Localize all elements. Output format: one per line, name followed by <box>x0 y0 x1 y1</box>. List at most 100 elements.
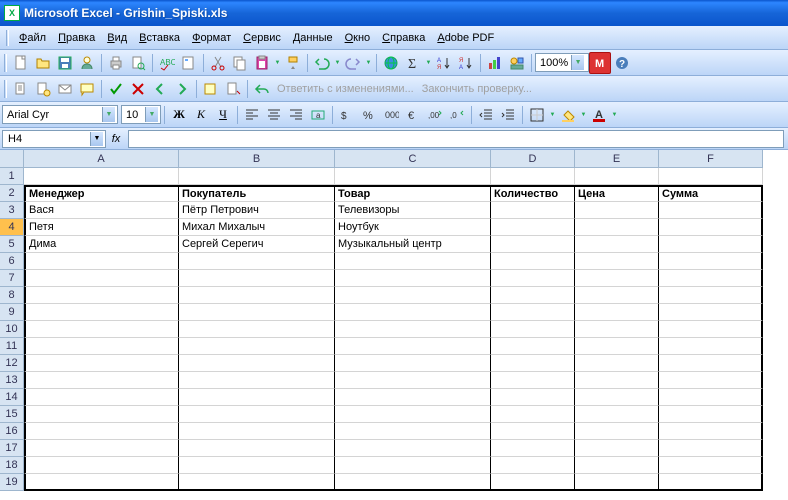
currency-icon[interactable]: $ <box>336 104 358 126</box>
cell[interactable] <box>575 270 659 287</box>
col-header-F[interactable]: F <box>659 150 763 168</box>
cell[interactable] <box>659 372 763 389</box>
cut-icon[interactable] <box>207 52 229 74</box>
borders-dd-icon[interactable]: ▼ <box>548 104 557 126</box>
cell[interactable] <box>491 338 575 355</box>
cell[interactable] <box>491 355 575 372</box>
row-header-6[interactable]: 6 <box>0 253 24 270</box>
cell[interactable] <box>335 355 491 372</box>
menu-сервис[interactable]: Сервис <box>237 30 287 46</box>
cell[interactable] <box>335 321 491 338</box>
cell[interactable] <box>659 389 763 406</box>
cell[interactable] <box>335 440 491 457</box>
cell[interactable] <box>659 270 763 287</box>
zoom-combo[interactable]: 100%▼ <box>535 53 589 72</box>
sort-desc-icon[interactable]: ЯА <box>455 52 477 74</box>
cell[interactable] <box>491 457 575 474</box>
hyperlink-icon[interactable] <box>380 52 402 74</box>
cell[interactable] <box>491 321 575 338</box>
cell[interactable] <box>491 236 575 253</box>
reply-icon[interactable] <box>251 78 273 100</box>
cell[interactable]: Телевизоры <box>335 202 491 219</box>
cell[interactable] <box>659 423 763 440</box>
cell[interactable]: Михал Михалыч <box>179 219 335 236</box>
cell[interactable] <box>575 253 659 270</box>
menu-файл[interactable]: Файл <box>13 30 52 46</box>
cell[interactable] <box>491 202 575 219</box>
row-header-4[interactable]: 4 <box>0 219 24 236</box>
cell[interactable] <box>575 457 659 474</box>
cell[interactable]: Петя <box>24 219 179 236</box>
row-header-13[interactable]: 13 <box>0 372 24 389</box>
row-header-2[interactable]: 2 <box>0 185 24 202</box>
redo-icon[interactable] <box>342 52 364 74</box>
row-header-8[interactable]: 8 <box>0 287 24 304</box>
cell[interactable] <box>575 168 659 185</box>
fill-dd-icon[interactable]: ▼ <box>579 104 588 126</box>
accept-icon[interactable] <box>105 78 127 100</box>
cell[interactable] <box>575 338 659 355</box>
row-header-10[interactable]: 10 <box>0 321 24 338</box>
euro-icon[interactable]: € <box>402 104 424 126</box>
cell[interactable] <box>575 219 659 236</box>
cell[interactable] <box>491 287 575 304</box>
cell[interactable] <box>491 474 575 491</box>
reject-icon[interactable] <box>127 78 149 100</box>
font-combo[interactable]: Arial Cyr▼ <box>2 105 118 124</box>
cell[interactable] <box>491 304 575 321</box>
cell[interactable] <box>659 355 763 372</box>
col-header-B[interactable]: B <box>179 150 335 168</box>
print-preview-icon[interactable] <box>127 52 149 74</box>
col-header-A[interactable]: A <box>24 150 179 168</box>
cell[interactable] <box>179 457 335 474</box>
row-header-19[interactable]: 19 <box>0 474 24 491</box>
cell[interactable] <box>179 440 335 457</box>
autosum-dd-icon[interactable]: ▼ <box>424 52 433 74</box>
menu-вид[interactable]: Вид <box>101 30 133 46</box>
grip[interactable] <box>6 30 9 46</box>
cell[interactable] <box>24 423 179 440</box>
bold-icon[interactable]: Ж <box>168 104 190 126</box>
redo-dd-icon[interactable]: ▼ <box>364 52 373 74</box>
cell[interactable] <box>179 355 335 372</box>
fontcolor-dd-icon[interactable]: ▼ <box>610 104 619 126</box>
grip[interactable] <box>4 54 7 72</box>
cell[interactable]: Дима <box>24 236 179 253</box>
select-all[interactable] <box>0 150 24 168</box>
formula-bar[interactable] <box>128 130 784 148</box>
note-icon[interactable] <box>200 78 222 100</box>
help-icon[interactable]: ? <box>611 52 633 74</box>
cell[interactable] <box>335 406 491 423</box>
row-header-17[interactable]: 17 <box>0 440 24 457</box>
cell[interactable] <box>575 202 659 219</box>
spelling-icon[interactable]: ABC <box>156 52 178 74</box>
cell[interactable] <box>179 372 335 389</box>
cell[interactable]: Покупатель <box>179 185 335 202</box>
cell[interactable] <box>335 270 491 287</box>
cell[interactable] <box>24 372 179 389</box>
cell[interactable] <box>179 474 335 491</box>
send-icon[interactable] <box>54 78 76 100</box>
align-left-icon[interactable] <box>241 104 263 126</box>
copy-icon[interactable] <box>229 52 251 74</box>
cell[interactable] <box>659 287 763 304</box>
prev-icon[interactable] <box>149 78 171 100</box>
cell[interactable] <box>24 355 179 372</box>
permissions-icon[interactable] <box>76 52 98 74</box>
chart-icon[interactable] <box>484 52 506 74</box>
row-header-7[interactable]: 7 <box>0 270 24 287</box>
cell[interactable]: Пётр Петрович <box>179 202 335 219</box>
cell[interactable] <box>659 321 763 338</box>
save-icon[interactable] <box>54 52 76 74</box>
cell[interactable] <box>575 474 659 491</box>
fill-icon[interactable] <box>557 104 579 126</box>
cell[interactable] <box>179 321 335 338</box>
italic-icon[interactable]: К <box>190 104 212 126</box>
cell[interactable] <box>491 168 575 185</box>
comma-icon[interactable]: 000 <box>380 104 402 126</box>
cell[interactable] <box>179 253 335 270</box>
menu-правка[interactable]: Правка <box>52 30 101 46</box>
menu-формат[interactable]: Формат <box>186 30 237 46</box>
cell[interactable] <box>659 168 763 185</box>
indent-inc-icon[interactable] <box>497 104 519 126</box>
